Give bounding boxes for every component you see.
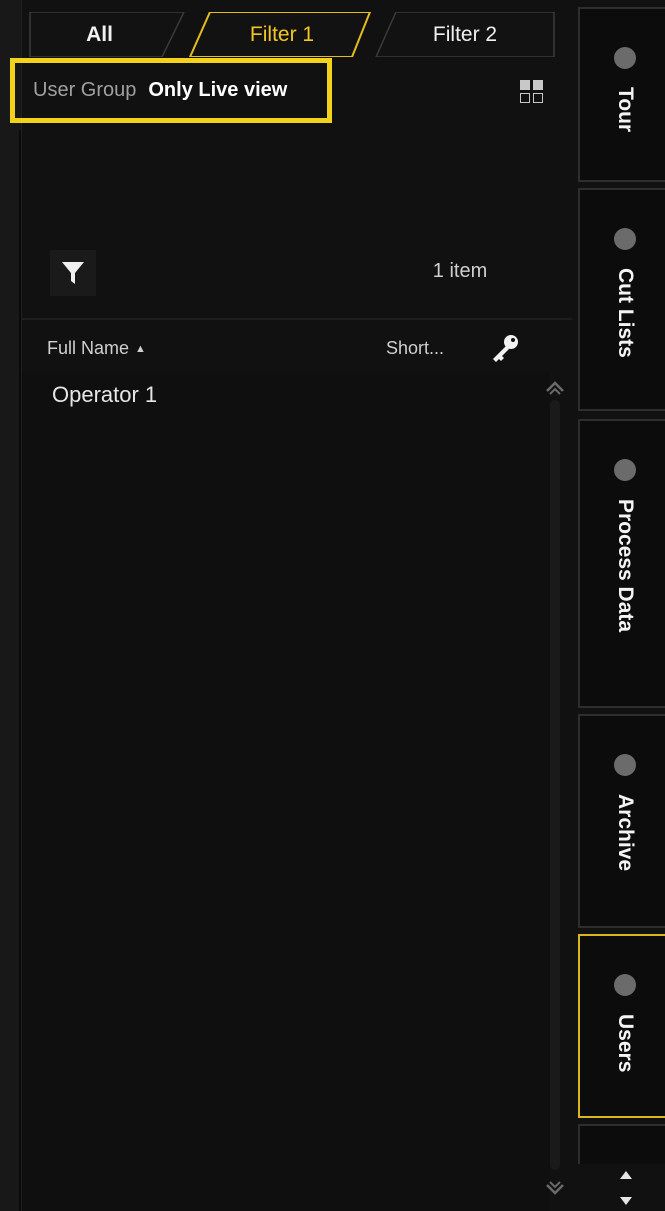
sidebar-item-label: Archive	[614, 794, 637, 872]
sidebar-item-partial[interactable]	[578, 1124, 665, 1164]
sidebar-item-label: Cut Lists	[614, 268, 637, 358]
sort-ascending-icon: ▲	[135, 343, 146, 355]
status-dot-icon	[614, 974, 636, 996]
arrow-down-icon[interactable]	[618, 1194, 634, 1208]
grid-view-square	[520, 93, 530, 103]
key-icon[interactable]	[488, 332, 522, 366]
scroll-track[interactable]	[550, 400, 560, 1170]
item-count: 1 item	[432, 260, 488, 282]
column-header-row: Full Name ▲ Short...	[22, 322, 572, 372]
user-list: Operator 1	[22, 372, 550, 1211]
divider	[22, 318, 572, 320]
sidebar-scroll-controls	[612, 1168, 640, 1210]
user-list-panel: All Filter 1 Filter 2 User Group Only Li…	[0, 0, 572, 1211]
scroll-down-icon[interactable]	[543, 1180, 567, 1198]
tab-filter-1-label: Filter 1	[249, 22, 315, 46]
sidebar-item-archive[interactable]: Archive	[578, 714, 665, 928]
sidebar-item-label: Tour	[614, 87, 637, 133]
scrollbar[interactable]	[540, 372, 570, 1211]
status-dot-icon	[614, 459, 636, 481]
panel-divider	[19, 130, 21, 1211]
sidebar-item-label: Process Data	[614, 499, 637, 633]
funnel-icon	[62, 262, 84, 284]
grid-view-icon[interactable]	[520, 80, 544, 104]
filter-value: Only Live view	[148, 79, 288, 101]
tab-filter-2-label: Filter 2	[432, 22, 498, 46]
side-navigation: Tour Cut Lists Process Data Archive User…	[572, 0, 665, 1211]
filter-label: User Group	[33, 79, 137, 101]
grid-view-square	[533, 93, 543, 103]
column-header-full-name-label: Full Name	[47, 338, 130, 358]
arrow-up-icon[interactable]	[618, 1168, 634, 1182]
grid-view-square	[533, 80, 543, 90]
sidebar-item-tour[interactable]: Tour	[578, 7, 665, 182]
column-header-short-name[interactable]: Short...	[386, 338, 444, 359]
sidebar-item-cut-lists[interactable]: Cut Lists	[578, 188, 665, 411]
filter-button[interactable]	[50, 250, 96, 296]
sidebar-item-users[interactable]: Users	[578, 934, 665, 1118]
tab-filter-1[interactable]: Filter 1	[182, 12, 382, 57]
list-item-full-name: Operator 1	[52, 382, 158, 407]
tab-filter-2[interactable]: Filter 2	[370, 12, 560, 57]
list-item[interactable]: Operator 1	[22, 372, 550, 418]
user-group-filter[interactable]: User Group Only Live view	[10, 58, 332, 123]
status-dot-icon	[614, 47, 636, 69]
filter-tab-strip: All Filter 1 Filter 2	[22, 0, 572, 60]
grid-view-square	[520, 80, 530, 90]
key-icon-shape	[493, 335, 518, 362]
column-header-full-name[interactable]: Full Name ▲	[47, 338, 146, 359]
status-dot-icon	[614, 754, 636, 776]
sidebar-item-label: Users	[614, 1014, 637, 1073]
status-dot-icon	[614, 228, 636, 250]
tab-all[interactable]: All	[22, 12, 197, 57]
tab-all-label: All	[86, 22, 113, 46]
scroll-up-icon[interactable]	[543, 378, 567, 396]
sidebar-item-process-data[interactable]: Process Data	[578, 419, 665, 708]
